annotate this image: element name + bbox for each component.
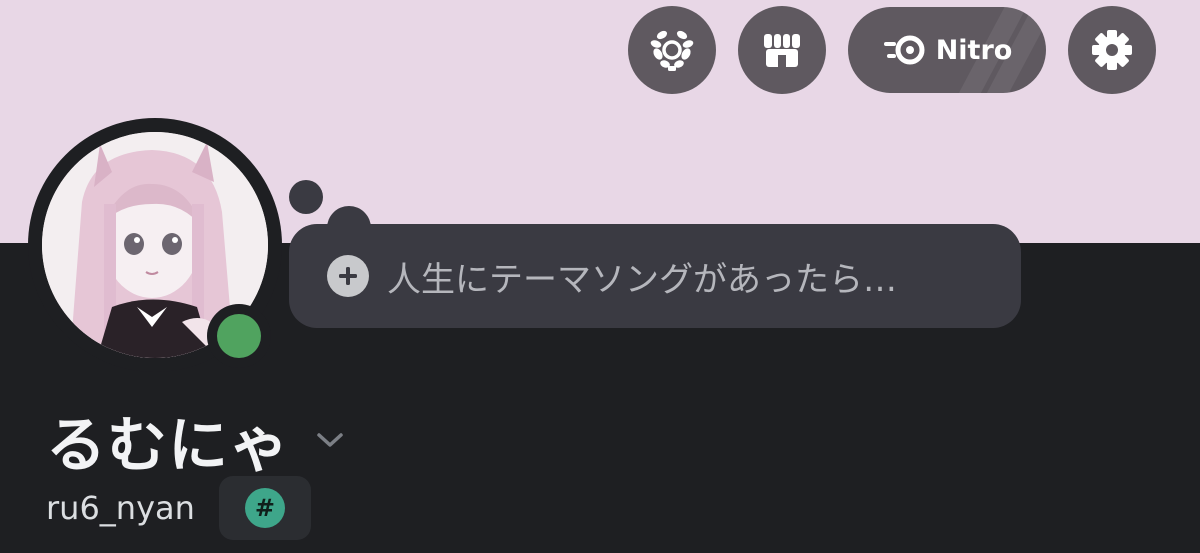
chevron-down-icon[interactable] <box>310 420 350 460</box>
profile-screen: Nitro 人生にテーマソングがあったら… るむにゃ ru6_nyan # <box>0 0 1200 553</box>
username: ru6_nyan <box>46 489 195 527</box>
shop-button[interactable] <box>738 6 826 94</box>
plus-icon <box>327 255 369 297</box>
gear-icon <box>1092 30 1132 70</box>
display-name-row: るむにゃ <box>46 400 350 481</box>
status-online-dot <box>217 314 261 358</box>
header-actions: Nitro <box>628 6 1156 94</box>
badges-button[interactable] <box>628 6 716 94</box>
hash-icon: # <box>244 488 285 528</box>
laurel-badge-icon <box>650 30 694 71</box>
shop-icon <box>764 34 800 67</box>
hash-symbol: # <box>254 494 275 522</box>
thought-dot-small <box>289 180 323 214</box>
nitro-label: Nitro <box>935 34 1013 66</box>
nitro-button[interactable]: Nitro <box>848 7 1046 93</box>
status-bubble[interactable]: 人生にテーマソングがあったら… <box>289 224 1021 328</box>
display-name: るむにゃ <box>46 410 290 481</box>
server-tag-badge[interactable]: # <box>218 476 311 540</box>
settings-button[interactable] <box>1068 6 1156 94</box>
nitro-icon <box>883 35 925 65</box>
username-row: ru6_nyan # <box>46 476 311 540</box>
status-bubble-placeholder: 人生にテーマソングがあったら… <box>387 259 897 300</box>
status-indicator <box>207 304 271 368</box>
